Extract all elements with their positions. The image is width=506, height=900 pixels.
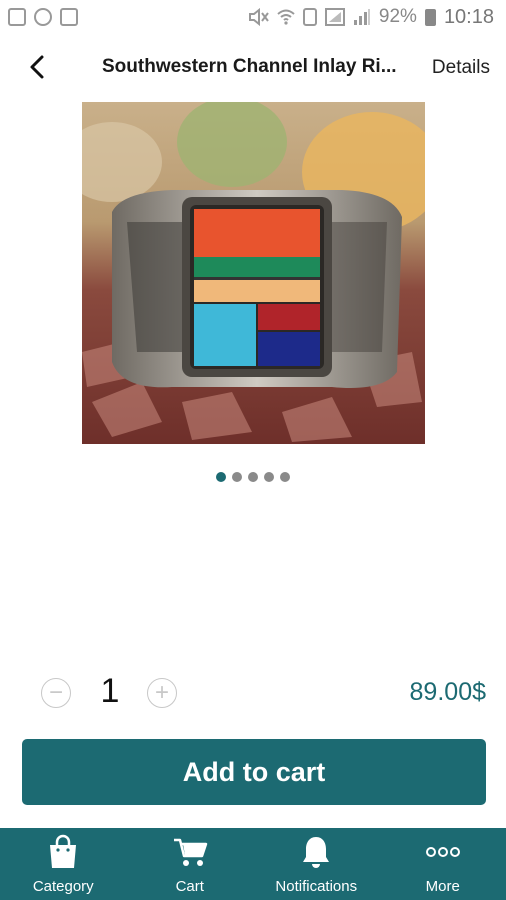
carousel-dot[interactable] (264, 472, 274, 482)
bell-icon (298, 834, 334, 870)
nav-item-category[interactable]: Category (0, 828, 127, 900)
carousel-dot[interactable] (280, 472, 290, 482)
bottom-navigation: Category Cart Notifications More (0, 828, 506, 900)
minus-icon: − (48, 679, 63, 706)
carousel-dot[interactable] (232, 472, 242, 482)
ring-photo (82, 102, 425, 444)
status-bar: 92% 10:18 (0, 0, 506, 34)
nav-label: Cart (175, 878, 204, 895)
wifi-icon (277, 9, 295, 25)
add-to-cart-button[interactable]: Add to cart (22, 739, 486, 805)
nav-label: Notifications (275, 878, 358, 895)
cart-icon (172, 834, 208, 870)
chevron-left-icon (30, 55, 44, 79)
carousel-indicator (0, 472, 506, 482)
battery-icon (424, 8, 436, 26)
nav-item-notifications[interactable]: Notifications (253, 828, 380, 900)
signal-box-icon (324, 8, 345, 26)
top-app-bar: Southwestern Channel Inlay Ri... Details (0, 44, 506, 92)
status-bar-right: 92% 10:18 (247, 6, 494, 29)
sim-icon (302, 8, 317, 26)
nav-label: More (425, 878, 460, 895)
page-title: Southwestern Channel Inlay Ri... (102, 56, 397, 77)
gallery-icon (8, 8, 26, 26)
whatsapp-icon (34, 8, 52, 26)
quantity-value: 1 (100, 672, 120, 710)
shopping-bag-icon (45, 834, 81, 870)
signal-icon (353, 9, 370, 25)
quantity-price-row: − 1 + 89.00$ (0, 670, 506, 716)
decrease-quantity-button[interactable]: − (41, 678, 71, 708)
carousel-dot[interactable] (248, 472, 258, 482)
details-link[interactable]: Details (432, 57, 490, 79)
clock-time: 10:18 (443, 5, 494, 28)
nav-item-more[interactable]: More (380, 828, 506, 900)
increase-quantity-button[interactable]: + (147, 678, 177, 708)
battery-percent: 92% (378, 6, 417, 27)
plus-icon: + (154, 679, 169, 706)
status-bar-left (8, 8, 78, 26)
product-image[interactable] (82, 102, 425, 444)
more-dots-icon (425, 834, 461, 870)
carousel-dot[interactable] (216, 472, 226, 482)
mute-icon (248, 8, 269, 26)
back-button[interactable] (22, 52, 52, 82)
product-price: 89.00$ (409, 678, 486, 706)
nav-item-cart[interactable]: Cart (127, 828, 254, 900)
nav-label: Category (32, 878, 94, 895)
calendar-icon (60, 8, 78, 26)
